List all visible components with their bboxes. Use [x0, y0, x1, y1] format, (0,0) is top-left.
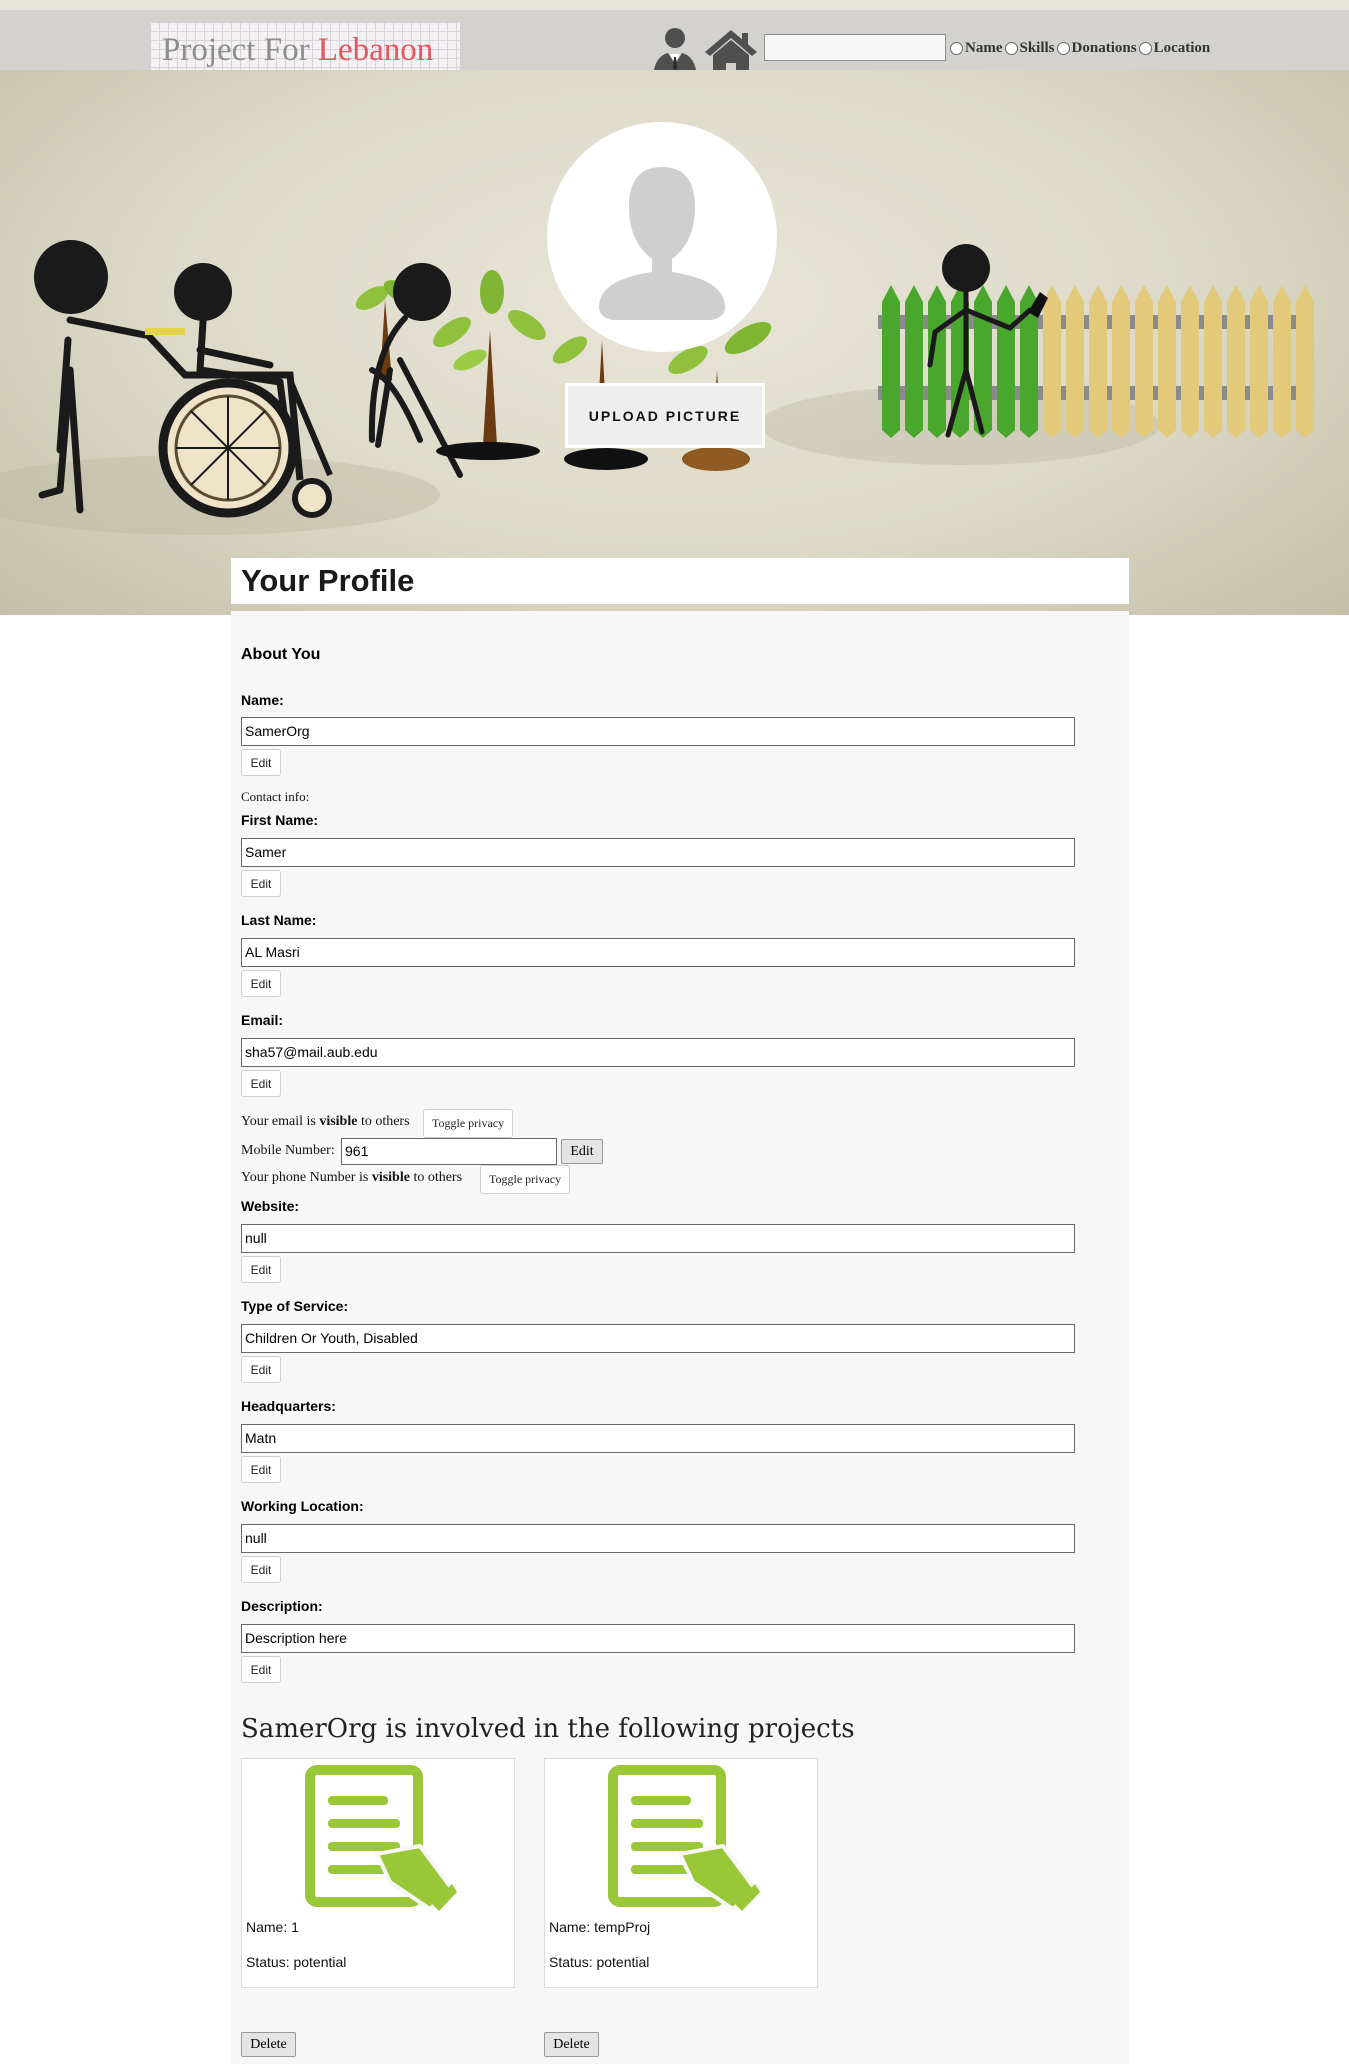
- project-name: Name: tempProj: [549, 1919, 651, 1935]
- document-icon: [608, 1765, 760, 1912]
- email-label: Email:: [241, 1012, 284, 1028]
- logo-text-project: Project For: [162, 32, 318, 68]
- description-label: Description:: [241, 1598, 323, 1614]
- email-field[interactable]: sha57@mail.aub.edu: [241, 1038, 1075, 1067]
- project-name: Name: 1: [246, 1919, 299, 1935]
- service-type-label: Type of Service:: [241, 1298, 349, 1314]
- projects-heading: SamerOrg is involved in the following pr…: [241, 1714, 855, 1744]
- last-name-field[interactable]: AL Masri: [241, 938, 1075, 967]
- edit-description-button[interactable]: Edit: [241, 1656, 281, 1683]
- search-filter-donations-label: Donations: [1071, 39, 1137, 56]
- project-status: Status: potential: [246, 1954, 347, 1970]
- contact-info-label: Contact info:: [241, 789, 310, 804]
- toggle-email-privacy-button[interactable]: Toggle privacy: [423, 1109, 514, 1138]
- search-filter-skills-label: Skills: [1019, 39, 1055, 56]
- email-privacy-text: Your email is visible to others: [241, 1114, 410, 1130]
- website-label: Website:: [241, 1198, 300, 1214]
- edit-mobile-button[interactable]: Edit: [561, 1139, 603, 1164]
- edit-headquarters-button[interactable]: Edit: [241, 1456, 281, 1483]
- service-type-field[interactable]: Children Or Youth, Disabled: [241, 1324, 1075, 1353]
- profile-panel: About You Name: SamerOrg Edit Contact in…: [231, 611, 1129, 2064]
- profile-hero-banner: UPLOAD PICTURE: [0, 70, 1349, 615]
- upload-picture-button[interactable]: UPLOAD PICTURE: [565, 383, 765, 448]
- page-title: Your Profile: [241, 563, 415, 598]
- first-name-label: First Name:: [241, 812, 319, 828]
- mobile-number-field[interactable]: 961: [341, 1138, 557, 1165]
- email-privacy-prefix: Your email is: [241, 1114, 320, 1129]
- edit-service-type-button[interactable]: Edit: [241, 1356, 281, 1383]
- search-filter-name[interactable]: Name: [950, 40, 1003, 57]
- name-field[interactable]: SamerOrg: [241, 717, 1075, 746]
- edit-email-button[interactable]: Edit: [241, 1070, 281, 1097]
- first-name-field[interactable]: Samer: [241, 838, 1075, 867]
- edit-name-button[interactable]: Edit: [241, 749, 281, 776]
- logo-text-lebanon: Lebanon: [317, 32, 434, 68]
- project-card[interactable]: Name: tempProj Status: potential: [544, 1758, 818, 1988]
- last-name-label: Last Name:: [241, 912, 317, 928]
- user-profile-icon[interactable]: [650, 24, 700, 76]
- headquarters-field[interactable]: Matn: [241, 1424, 1075, 1453]
- search-filter-donations[interactable]: Donations: [1056, 39, 1137, 57]
- phone-privacy-suffix: to others: [409, 1170, 463, 1185]
- top-strip: [0, 0, 1349, 10]
- radio-name[interactable]: [950, 41, 963, 55]
- working-location-field[interactable]: null: [241, 1524, 1075, 1553]
- about-heading: About You: [241, 646, 321, 663]
- mobile-label: Mobile Number:: [241, 1143, 335, 1158]
- project-card[interactable]: Name: 1 Status: potential: [241, 1758, 515, 1988]
- delete-project-button[interactable]: Delete: [241, 2032, 296, 2057]
- edit-last-name-button[interactable]: Edit: [241, 970, 281, 997]
- profile-avatar: [547, 122, 777, 352]
- document-icon: [305, 1765, 457, 1912]
- project-status: Status: potential: [549, 1954, 650, 1970]
- fence-illustration: [878, 285, 1314, 438]
- phone-privacy-prefix: Your phone Number is: [241, 1170, 372, 1185]
- search-filter-group: Name Skills Donations Location: [950, 38, 1212, 58]
- phone-privacy-status: visible: [371, 1170, 410, 1185]
- radio-skills[interactable]: [1004, 41, 1018, 55]
- radio-location[interactable]: [1138, 41, 1152, 55]
- description-field[interactable]: Description here: [241, 1624, 1075, 1653]
- profile-header: Your Profile: [231, 558, 1129, 604]
- name-label: Name:: [241, 692, 284, 708]
- edit-website-button[interactable]: Edit: [241, 1256, 281, 1283]
- email-privacy-suffix: to others: [357, 1114, 410, 1129]
- edit-working-location-button[interactable]: Edit: [241, 1556, 281, 1583]
- search-filter-skills[interactable]: Skills: [1004, 39, 1055, 57]
- website-field[interactable]: null: [241, 1224, 1075, 1253]
- search-input[interactable]: [764, 34, 946, 61]
- edit-first-name-button[interactable]: Edit: [241, 870, 281, 897]
- search-filter-location-label: Location: [1153, 39, 1211, 56]
- navbar: Project For Lebanon Name Skills Donation…: [0, 10, 1349, 78]
- email-privacy-status: visible: [319, 1114, 358, 1129]
- working-location-label: Working Location:: [241, 1498, 364, 1514]
- default-avatar-icon: [599, 167, 725, 320]
- radio-donations[interactable]: [1056, 41, 1070, 55]
- phone-privacy-text: Your phone Number is visible to others: [241, 1170, 462, 1186]
- toggle-phone-privacy-button[interactable]: Toggle privacy: [480, 1165, 571, 1194]
- delete-project-button[interactable]: Delete: [544, 2032, 599, 2057]
- search-filter-location[interactable]: Location: [1138, 39, 1211, 57]
- headquarters-label: Headquarters:: [241, 1398, 336, 1414]
- search-filter-name-label: Name: [965, 39, 1003, 56]
